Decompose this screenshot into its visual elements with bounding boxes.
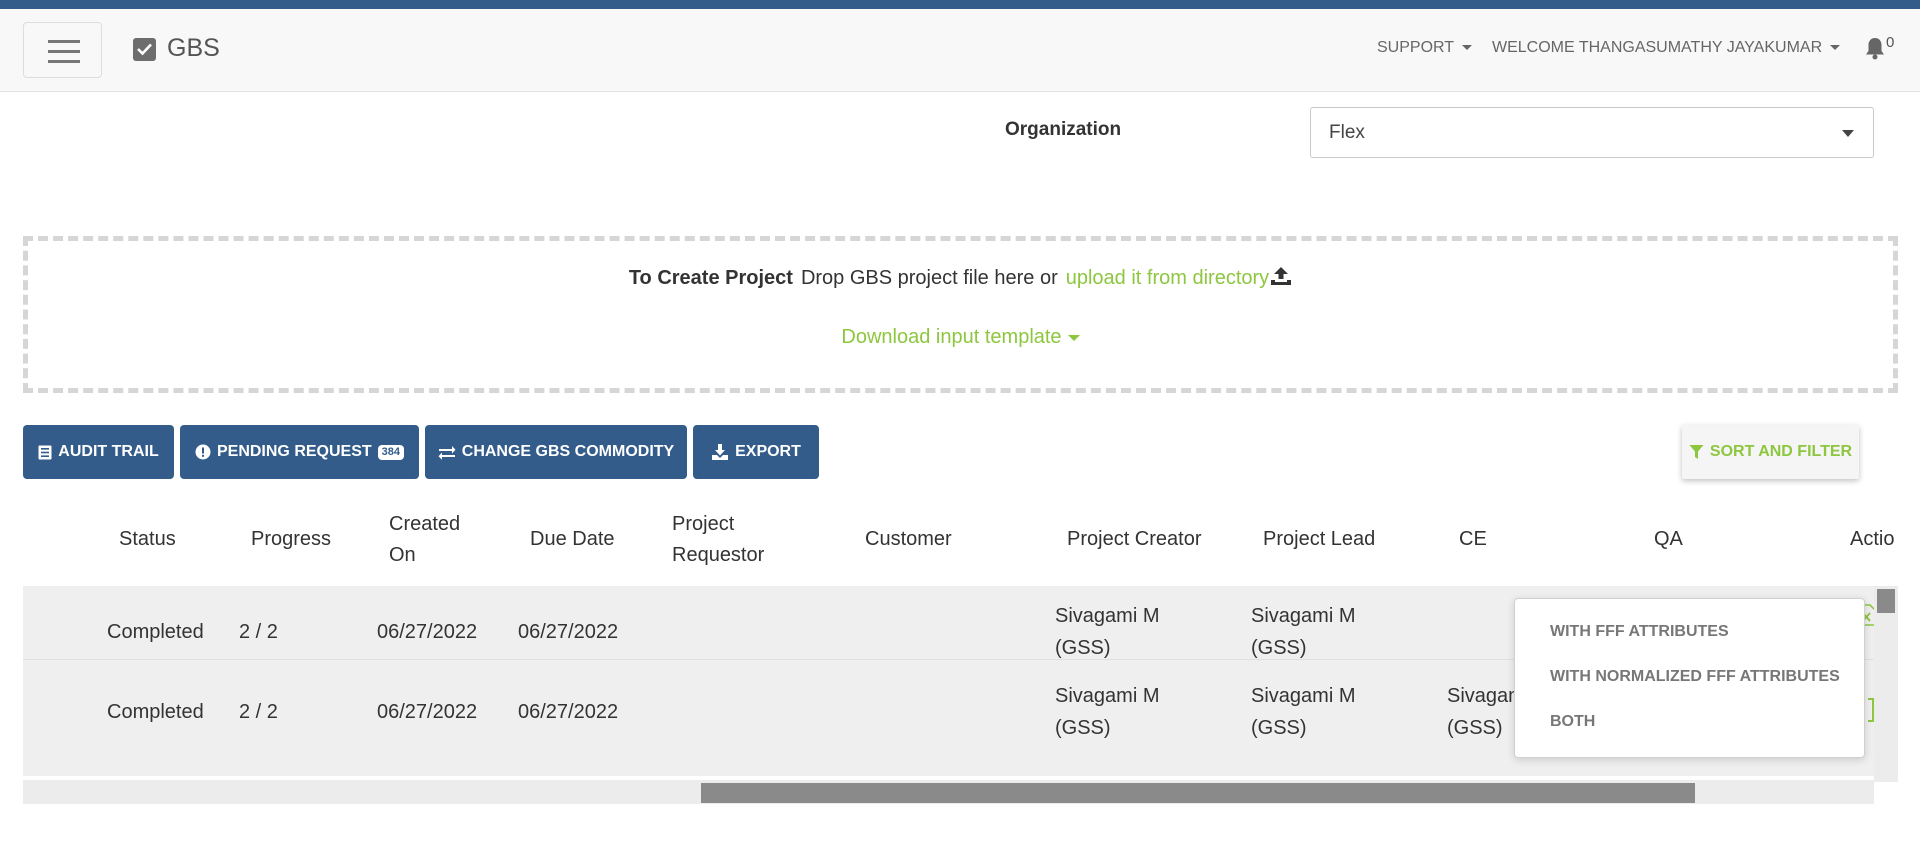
vertical-scrollbar[interactable] bbox=[1874, 586, 1898, 782]
pending-request-label: PENDING REQUEST bbox=[216, 443, 372, 460]
column-header-text: Created bbox=[389, 513, 461, 535]
cell-progress: 2 / 2 bbox=[239, 701, 278, 723]
exchange-icon bbox=[438, 445, 456, 460]
caret-down-icon bbox=[1830, 45, 1841, 51]
notification-count: 0 bbox=[1886, 34, 1895, 51]
user-dropdown[interactable]: WELCOME THANGASUMATHY JAYAKUMAR bbox=[1492, 39, 1841, 57]
column-header-text: On bbox=[389, 544, 416, 566]
cell-line: Sivagami M bbox=[1055, 685, 1160, 707]
cell-line: (GSS) bbox=[1055, 717, 1111, 739]
vertical-scrollbar-thumb[interactable] bbox=[1877, 589, 1895, 613]
organization-label: Organization bbox=[1005, 119, 1122, 140]
cell-project-creator: Sivagami M (GSS) bbox=[1055, 680, 1159, 744]
upload-link[interactable]: upload it from directory bbox=[1066, 267, 1269, 289]
column-header-text: Project bbox=[672, 513, 735, 535]
cell-progress: 2 / 2 bbox=[239, 621, 278, 643]
cell-created-on: 06/27/2022 bbox=[377, 621, 478, 643]
audit-trail-label: AUDIT TRAIL bbox=[58, 443, 159, 460]
pending-request-button[interactable]: PENDING REQUEST 384 bbox=[180, 425, 419, 479]
caret-down-icon bbox=[1462, 45, 1473, 51]
export-option-fff-attributes[interactable]: WITH FFF ATTRIBUTES bbox=[1550, 623, 1729, 641]
column-header-customer[interactable]: Customer bbox=[865, 524, 952, 555]
top-accent-bar bbox=[0, 0, 1920, 9]
upload-icon[interactable] bbox=[1270, 266, 1292, 286]
horizontal-scrollbar-thumb[interactable] bbox=[701, 783, 1695, 803]
cell-project-creator: Sivagami M (GSS) bbox=[1055, 600, 1159, 664]
cell-project-lead: Sivagami M (GSS) bbox=[1251, 600, 1355, 664]
hamburger-line bbox=[48, 50, 80, 53]
change-commodity-label: CHANGE GBS COMMODITY bbox=[461, 443, 675, 460]
file-icon[interactable] bbox=[1867, 698, 1874, 727]
sort-filter-button[interactable]: SORT AND FILTER bbox=[1682, 425, 1859, 479]
cell-line: Sivagami M bbox=[1055, 605, 1160, 627]
exclamation-circle-icon bbox=[195, 444, 211, 460]
download-template-dropdown[interactable]: Download input template bbox=[28, 326, 1893, 349]
support-dropdown[interactable]: SUPPORT bbox=[1377, 39, 1473, 57]
filter-icon bbox=[1689, 445, 1704, 459]
organization-select[interactable]: Flex bbox=[1310, 107, 1874, 158]
column-header-status[interactable]: Status bbox=[119, 524, 176, 555]
column-header-ce[interactable]: CE bbox=[1459, 524, 1487, 555]
caret-down-icon bbox=[1067, 334, 1080, 341]
cell-line: Sivagami M bbox=[1251, 685, 1356, 707]
download-template-label: Download input template bbox=[841, 326, 1062, 348]
column-header-project-requestor[interactable]: Project Requestor bbox=[672, 509, 764, 571]
column-header-qa[interactable]: QA bbox=[1654, 524, 1683, 555]
column-header-progress[interactable]: Progress bbox=[251, 524, 331, 555]
column-header-created-on[interactable]: Created On bbox=[389, 509, 460, 571]
welcome-label: WELCOME THANGASUMATHY JAYAKUMAR bbox=[1492, 39, 1823, 56]
cell-due-date: 06/27/2022 bbox=[518, 701, 619, 723]
brand-title[interactable]: GBS bbox=[167, 34, 220, 63]
hamburger-line bbox=[48, 40, 80, 43]
checkbox-icon bbox=[133, 38, 156, 61]
cell-line: Sivagami M bbox=[1251, 605, 1356, 627]
column-header-project-creator[interactable]: Project Creator bbox=[1067, 524, 1202, 555]
list-icon bbox=[38, 445, 52, 459]
cell-created-on: 06/27/2022 bbox=[377, 701, 478, 723]
dropzone-prompt: To Create Project Drop GBS project file h… bbox=[28, 266, 1893, 290]
download-icon bbox=[712, 444, 729, 460]
column-header-action[interactable]: Actio bbox=[1850, 524, 1894, 555]
menu-toggle-button[interactable] bbox=[23, 22, 102, 78]
column-header-text: Requestor bbox=[672, 544, 765, 566]
cell-project-lead: Sivagami M (GSS) bbox=[1251, 680, 1355, 744]
organization-value: Flex bbox=[1329, 122, 1365, 143]
cell-due-date: 06/27/2022 bbox=[518, 621, 619, 643]
export-button[interactable]: EXPORT bbox=[693, 425, 819, 479]
export-options-menu: WITH FFF ATTRIBUTES WITH NORMALIZED FFF … bbox=[1514, 598, 1865, 758]
export-option-normalized-fff-attributes[interactable]: WITH NORMALIZED FFF ATTRIBUTES bbox=[1550, 668, 1840, 686]
project-file-dropzone[interactable]: To Create Project Drop GBS project file h… bbox=[23, 236, 1898, 393]
navbar: GBS SUPPORT WELCOME THANGASUMATHY JAYAKU… bbox=[0, 9, 1920, 92]
export-option-both[interactable]: BOTH bbox=[1550, 713, 1595, 731]
chevron-down-icon bbox=[1842, 130, 1854, 137]
cell-line: (GSS) bbox=[1251, 717, 1307, 739]
cell-status: Completed bbox=[107, 701, 204, 723]
dropzone-title: To Create Project bbox=[628, 267, 793, 289]
bell-icon[interactable] bbox=[1864, 36, 1886, 65]
column-header-project-lead[interactable]: Project Lead bbox=[1263, 524, 1375, 555]
sort-filter-label: SORT AND FILTER bbox=[1709, 443, 1853, 460]
column-header-due-date[interactable]: Due Date bbox=[530, 524, 615, 555]
cell-status: Completed bbox=[107, 621, 204, 643]
export-label: EXPORT bbox=[735, 443, 801, 460]
change-commodity-button[interactable]: CHANGE GBS COMMODITY bbox=[425, 425, 687, 479]
audit-trail-button[interactable]: AUDIT TRAIL bbox=[23, 425, 174, 479]
pending-count-badge: 384 bbox=[377, 444, 405, 460]
dropzone-text: Drop GBS project file here or bbox=[800, 267, 1058, 289]
hamburger-line bbox=[48, 60, 80, 63]
support-label: SUPPORT bbox=[1377, 39, 1455, 56]
